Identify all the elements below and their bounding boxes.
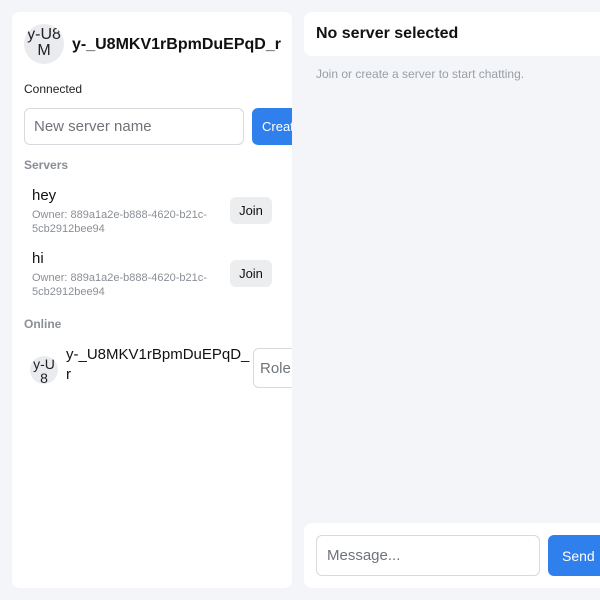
join-server-button[interactable]: Join — [230, 197, 272, 224]
message-composer: Send — [304, 523, 600, 588]
servers-heading: Servers — [24, 158, 69, 172]
server-item: hey Owner: 889a1a2e-b888-4620-b21c-5cb29… — [24, 187, 292, 243]
page-title: No server selected — [316, 25, 459, 42]
connection-status: Connected — [24, 82, 83, 96]
server-owner: Owner: 889a1a2e-b888-4620-b21c-5cb2912be… — [32, 272, 207, 298]
server-name: hi — [32, 250, 44, 267]
join-server-button[interactable]: Join — [230, 260, 272, 287]
online-heading: Online — [24, 317, 62, 331]
send-button[interactable]: Send — [548, 535, 600, 576]
current-username: y-_U8MKV1rBpmDuEPqD_r — [72, 36, 281, 53]
avatar-alt-text: y-U8M — [27, 26, 61, 59]
avatar-alt-text: y-U8 — [33, 356, 55, 384]
avatar: y-U8 — [30, 356, 58, 384]
online-username: y-_U8MKV1rBpmDuEPqD_r — [66, 346, 250, 383]
role-input[interactable] — [253, 348, 292, 388]
message-input[interactable] — [316, 535, 540, 576]
avatar: y-U8M — [24, 24, 64, 64]
online-user-item: y-U8 y-_U8MKV1rBpmDuEPqD_r — [24, 342, 292, 392]
server-name: hey — [32, 187, 57, 204]
create-server-button[interactable]: Create — [252, 108, 292, 145]
server-item: hi Owner: 889a1a2e-b888-4620-b21c-5cb291… — [24, 250, 292, 306]
server-owner: Owner: 889a1a2e-b888-4620-b21c-5cb2912be… — [32, 209, 207, 235]
sidebar: y-U8M y-_U8MKV1rBpmDuEPqD_r Connected Cr… — [12, 12, 292, 588]
chat-header: No server selected — [304, 12, 600, 56]
empty-state-hint: Join or create a server to start chattin… — [316, 67, 525, 81]
new-server-name-input[interactable] — [24, 108, 244, 145]
